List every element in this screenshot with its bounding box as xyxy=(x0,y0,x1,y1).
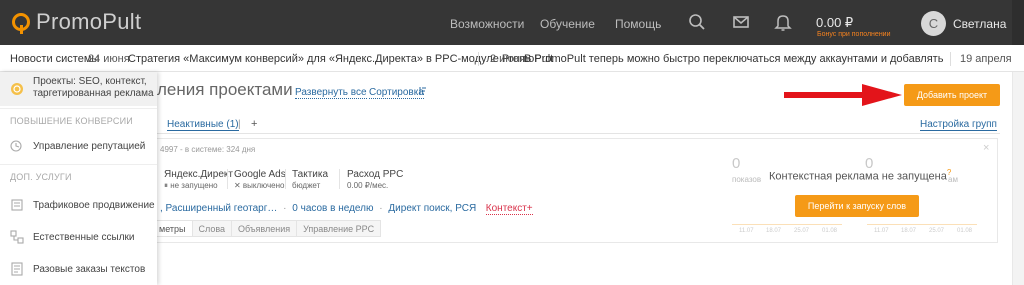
project-card: 4997 - в системе: 324 дня Яндекс.Директ … xyxy=(157,138,998,243)
sparkline-tick: 01.08 xyxy=(957,228,973,234)
impressions-count: 0 xyxy=(732,155,741,172)
go-to-launch-button[interactable]: Перейти к запуску слов xyxy=(795,195,919,217)
logo-icon xyxy=(12,13,30,34)
page-title: ления проектами xyxy=(157,80,293,99)
links-icon xyxy=(10,230,24,244)
ppc-spend-value: 0.00 ₽/мес. xyxy=(347,181,389,190)
bonus-link[interactable]: Бонус при пополнении xyxy=(817,31,891,38)
projects-icon xyxy=(11,83,23,95)
link-separator: · xyxy=(379,203,383,214)
hours-link[interactable]: 0 часов в неделю xyxy=(292,203,373,214)
sidebar-divider xyxy=(0,108,157,109)
bell-icon[interactable] xyxy=(773,12,793,32)
close-icon[interactable]: × xyxy=(983,142,989,154)
sidebar-section-title: ПОВЫШЕНИЕ КОНВЕРСИИ xyxy=(10,116,133,126)
ticker-label: Новости системы xyxy=(10,53,100,65)
tab-separator: | xyxy=(238,119,241,130)
project-id: 4997 - в системе: 324 дня xyxy=(160,145,256,154)
sparkline-tick: 18.07 xyxy=(901,228,917,234)
subtab-ppc[interactable]: Управление PPC xyxy=(297,220,382,237)
nav-help[interactable]: Помощь xyxy=(615,17,661,31)
traffic-icon xyxy=(11,199,23,211)
subtab-params[interactable]: метры xyxy=(157,220,193,237)
yandex-direct-title[interactable]: Яндекс.Директ xyxy=(164,169,233,180)
subtab-words[interactable]: Слова xyxy=(192,220,233,237)
balance-amount[interactable]: 0.00 ₽ xyxy=(816,15,853,31)
sparkline-axis xyxy=(732,224,842,225)
tab-inactive[interactable]: Неактивные (1) xyxy=(167,119,239,131)
sparkline-axis xyxy=(867,224,977,225)
sparkline-tick: 18.07 xyxy=(766,228,782,234)
sidebar-item-projects[interactable]: Проекты: SEO, контекст, таргетированная … xyxy=(0,72,157,106)
sparkline-tick: 01.08 xyxy=(822,228,838,234)
google-ads-title[interactable]: Google Ads xyxy=(234,169,286,180)
tabs-divider xyxy=(157,133,1000,134)
impressions-label: показов xyxy=(732,175,762,184)
ticker-divider xyxy=(950,52,951,66)
sidebar-divider xyxy=(0,164,157,165)
subtab-ads[interactable]: Объявления xyxy=(232,220,298,237)
top-bar: PromoPult Возможности Обучение Помощь 0.… xyxy=(0,0,1024,45)
sparkline-tick: 11.07 xyxy=(874,228,889,234)
mail-icon[interactable] xyxy=(731,12,751,32)
link-separator: · xyxy=(283,203,287,214)
card-links-row: , Расширенный геотарг… · 0 часов в недел… xyxy=(160,203,533,215)
sparkline-tick: 25.07 xyxy=(929,228,945,234)
direct-search-link[interactable]: Директ поиск, РСЯ xyxy=(388,203,476,214)
sidebar-item-label: Трафиковое продвижение xyxy=(33,200,155,211)
geo-targeting-link[interactable]: , Расширенный геотарг… xyxy=(160,203,277,214)
username[interactable]: Светлана xyxy=(953,17,1006,31)
sort-icon[interactable] xyxy=(418,86,427,96)
nav-features[interactable]: Возможности xyxy=(450,17,524,31)
news-ticker: Новости системы 24 июня Стратегия «Макси… xyxy=(0,45,1024,72)
avatar[interactable]: С xyxy=(921,11,946,36)
sidebar-item-label: таргетированная реклама xyxy=(33,88,154,99)
sidebar-section-title: ДОП. УСЛУГИ xyxy=(10,172,72,182)
metric-divider xyxy=(285,169,286,189)
help-icon[interactable]: ? xyxy=(947,168,951,177)
sidebar-item-label: Управление репутацией xyxy=(33,141,146,152)
ticker-news-item[interactable]: В PromoPult теперь можно быстро переключ… xyxy=(524,53,944,65)
context-status-message: Контекстная реклама не запущена? xyxy=(769,168,952,183)
expand-all-link[interactable]: Развернуть все xyxy=(295,87,367,99)
group-settings-link[interactable]: Настройка групп xyxy=(920,119,997,131)
nav-learning[interactable]: Обучение xyxy=(540,17,595,31)
metric-divider xyxy=(227,169,228,189)
google-ads-status: ✕ выключено xyxy=(234,181,285,190)
metric-divider xyxy=(339,169,340,189)
tactic-value: бюджет xyxy=(292,181,321,190)
ticker-divider xyxy=(478,52,479,66)
sidebar-item-label: Проекты: SEO, контекст, xyxy=(33,76,147,87)
sparkline-tick: 11.07 xyxy=(739,228,754,234)
sort-link[interactable]: Сортировка xyxy=(369,87,424,99)
window-edge xyxy=(1012,0,1024,45)
sidebar-item-label: Естественные ссылки xyxy=(33,232,135,243)
ppc-spend-title: Расход PPC xyxy=(347,169,404,180)
context-plus-link[interactable]: Контекст+ xyxy=(485,203,533,215)
texts-icon xyxy=(11,262,23,276)
ticker-date: 2 июня xyxy=(490,53,526,65)
add-project-button[interactable]: Добавить проект xyxy=(904,84,1000,106)
tactic-title: Тактика xyxy=(292,169,329,180)
reputation-icon xyxy=(10,140,22,152)
card-subtabs: метры Слова Объявления Управление PPC xyxy=(157,220,382,237)
sidebar: Проекты: SEO, контекст, таргетированная … xyxy=(0,72,157,285)
sidebar-item-label: Разовые заказы текстов xyxy=(33,264,146,275)
logo-text: PromoPult xyxy=(36,9,142,34)
ticker-date: 19 апреля xyxy=(960,53,1012,65)
sparkline-tick: 25.07 xyxy=(794,228,810,234)
logo[interactable]: PromoPult xyxy=(12,9,142,34)
yandex-direct-status: ⏸ не запущено xyxy=(164,181,218,190)
arrow-pointer-icon xyxy=(784,84,902,106)
search-icon[interactable] xyxy=(687,12,707,32)
add-tab-button[interactable]: + xyxy=(251,118,257,130)
ticker-date: 24 июня xyxy=(88,53,130,65)
scrollbar[interactable] xyxy=(1012,72,1024,285)
